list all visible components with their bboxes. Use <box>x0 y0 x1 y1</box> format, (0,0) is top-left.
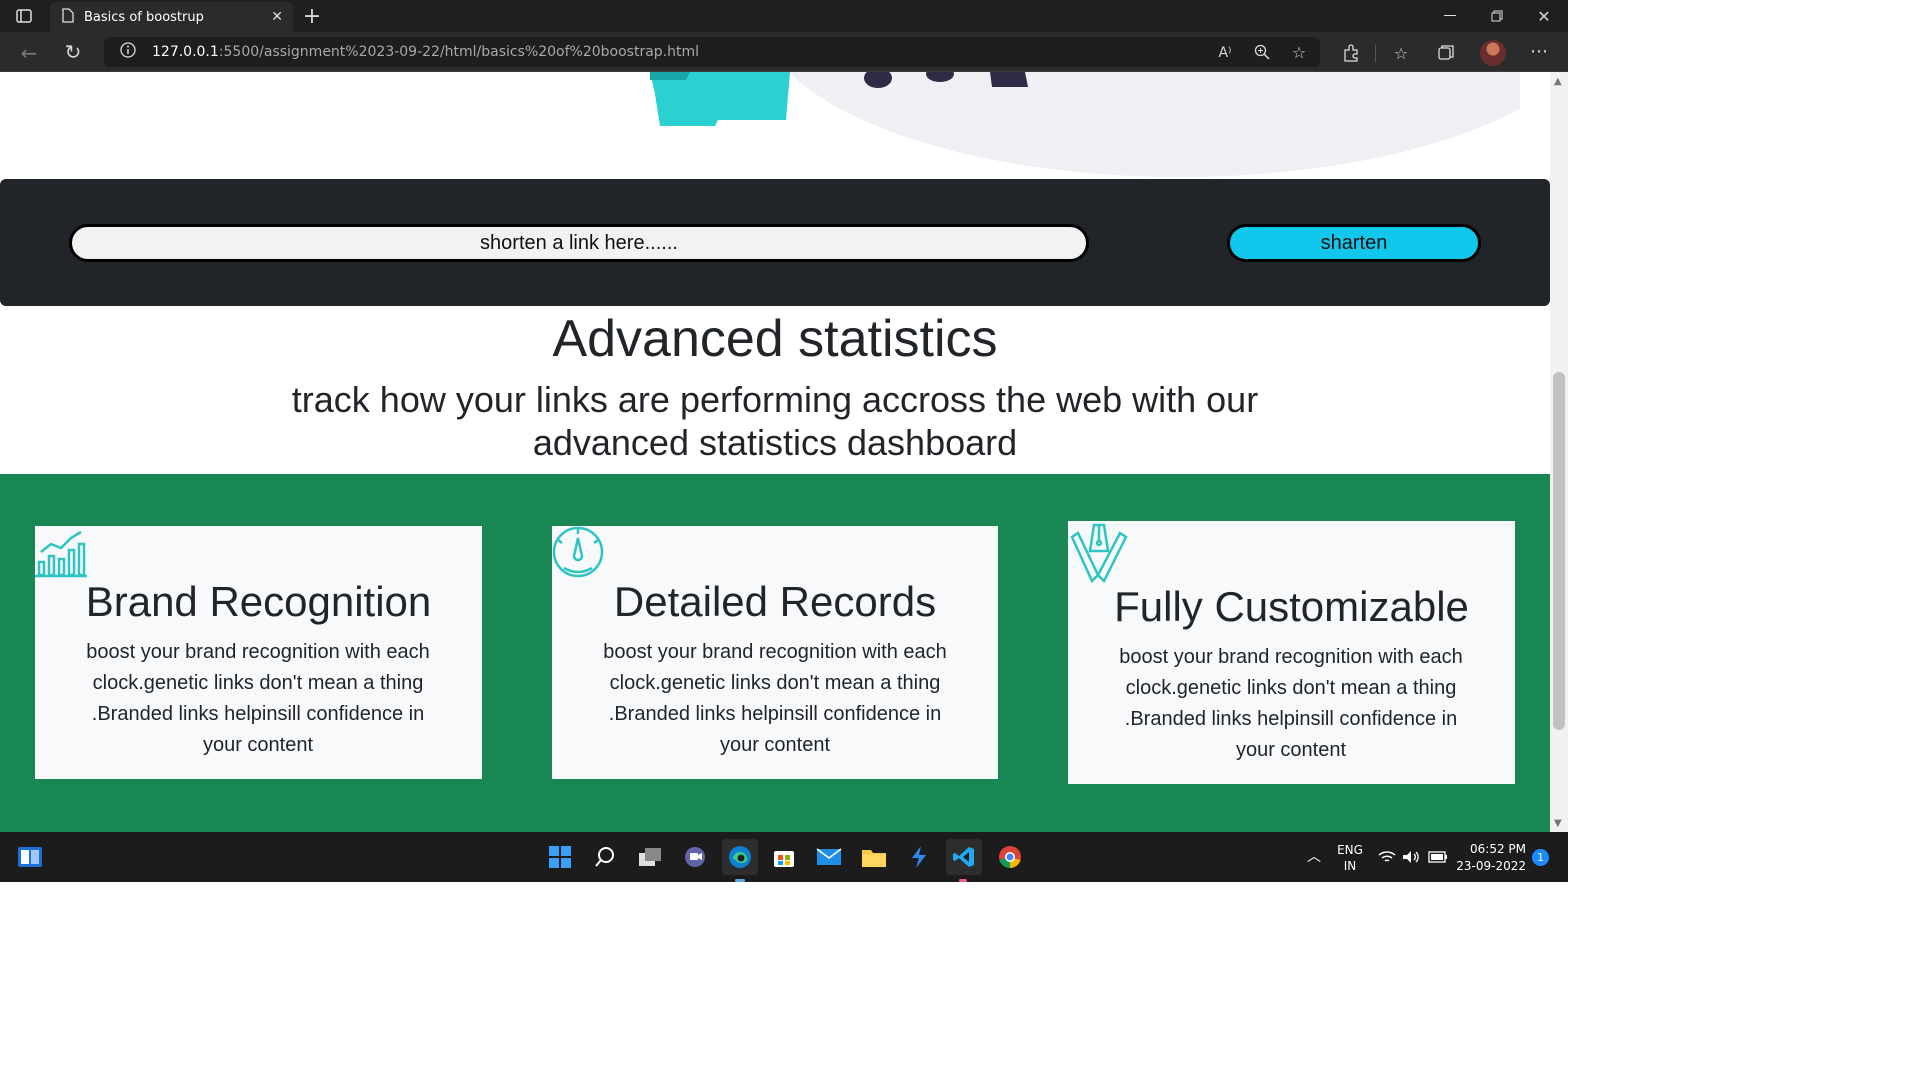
vscode-active-indicator <box>959 879 967 882</box>
feature-card-customizable: Fully Customizable boost your brand reco… <box>1068 521 1515 784</box>
scroll-down-icon[interactable]: ▼ <box>1554 818 1562 829</box>
region-text: IN <box>1343 859 1357 873</box>
time-text: 06:52 PM <box>1470 842 1526 856</box>
card-text: boost your brand recognition with each c… <box>603 641 947 756</box>
card-title: Detailed Records <box>613 578 937 625</box>
browser-titlebar: Basics of boostrup ✕ + ✕ <box>0 0 1568 32</box>
vscode-icon[interactable] <box>946 839 982 875</box>
store-icon[interactable] <box>768 841 800 873</box>
windows-taskbar: ︿ ENG IN 06:52 PM 23-09-2022 1 <box>0 832 1568 882</box>
edge-browser-icon[interactable] <box>722 839 758 875</box>
new-tab-icon[interactable]: + <box>300 4 324 29</box>
file-explorer-icon[interactable] <box>858 841 890 873</box>
date-text: 23-09-2022 <box>1456 859 1526 873</box>
features-section: Brand Recognition boost your brand recog… <box>0 474 1550 832</box>
minimize-icon[interactable] <box>1440 6 1460 26</box>
clock[interactable]: 06:52 PM 23-09-2022 <box>1456 841 1526 875</box>
search-icon[interactable] <box>589 841 621 873</box>
toolbar-divider <box>1375 44 1376 62</box>
power-automate-icon[interactable] <box>903 841 935 873</box>
language-indicator[interactable]: ENG IN <box>1330 842 1370 874</box>
advanced-statistics-subtitle: track how your links are performing accr… <box>291 379 1259 463</box>
add-favorite-icon[interactable]: ☆ <box>1289 42 1309 62</box>
start-icon[interactable] <box>544 841 576 873</box>
tab-title: Basics of boostrup <box>84 9 204 25</box>
more-options-icon[interactable]: ⋯ <box>1528 40 1550 62</box>
shorten-button[interactable]: sharten <box>1227 224 1481 262</box>
feature-card-records: Detailed Records boost your brand recogn… <box>552 526 998 779</box>
url-host: 127.0.0.1 <box>152 44 219 60</box>
edge-active-indicator <box>735 879 745 882</box>
wifi-icon[interactable] <box>1378 848 1396 866</box>
card-text: boost your brand recognition with each c… <box>1119 646 1463 761</box>
profile-avatar[interactable] <box>1480 40 1506 66</box>
hero-illustration <box>650 72 1520 177</box>
url-path: :5500/assignment%2023-09-22/html/basics%… <box>218 44 700 60</box>
teams-chat-icon[interactable] <box>679 841 711 873</box>
brush-pen-icon <box>1070 523 1128 583</box>
browser-tab[interactable]: Basics of boostrup ✕ <box>50 2 293 32</box>
tab-actions-icon[interactable] <box>14 7 34 25</box>
chrome-icon[interactable] <box>994 841 1026 873</box>
gauge-icon <box>552 526 604 578</box>
language-text: ENG <box>1337 843 1363 857</box>
notification-badge[interactable]: 1 <box>1532 849 1549 866</box>
read-aloud-icon[interactable]: A⁾ <box>1214 43 1236 63</box>
extensions-icon[interactable] <box>1340 42 1362 64</box>
advanced-statistics-title: Advanced statistics <box>552 310 998 368</box>
site-info-icon[interactable] <box>120 42 136 62</box>
favorites-icon[interactable]: ☆ <box>1390 42 1412 64</box>
close-window-icon[interactable]: ✕ <box>1534 6 1554 26</box>
mail-icon[interactable] <box>813 841 845 873</box>
back-arrow-icon[interactable]: ← <box>18 41 40 65</box>
collections-icon[interactable] <box>1435 42 1457 64</box>
page-icon <box>62 7 74 27</box>
card-title: Fully Customizable <box>1114 583 1469 630</box>
battery-icon[interactable] <box>1427 848 1449 866</box>
task-view-icon[interactable] <box>634 841 666 873</box>
restore-icon[interactable] <box>1487 6 1507 26</box>
feature-card-brand: Brand Recognition boost your brand recog… <box>35 526 482 779</box>
link-shortener-panel: shorten a link here...... sharten <box>0 179 1550 306</box>
card-text: boost your brand recognition with each c… <box>86 641 430 756</box>
address-bar[interactable]: 127.0.0.1:5500/assignment%2023-09-22/htm… <box>104 37 1320 67</box>
scroll-up-icon[interactable]: ▲ <box>1554 76 1562 87</box>
close-tab-icon[interactable]: ✕ <box>271 9 283 25</box>
shorten-link-input[interactable]: shorten a link here...... <box>69 224 1089 262</box>
refresh-icon[interactable]: ↻ <box>62 40 84 64</box>
chart-icon <box>35 530 87 578</box>
hidden-icons-chevron-icon[interactable]: ︿ <box>1306 848 1322 865</box>
card-title: Brand Recognition <box>85 578 432 625</box>
scrollbar-thumb[interactable] <box>1553 372 1565 730</box>
volume-icon[interactable] <box>1402 848 1420 866</box>
page-viewport: shorten a link here...... sharten Advanc… <box>0 72 1550 832</box>
widgets-icon[interactable] <box>14 841 46 873</box>
zoom-icon[interactable] <box>1252 42 1272 62</box>
